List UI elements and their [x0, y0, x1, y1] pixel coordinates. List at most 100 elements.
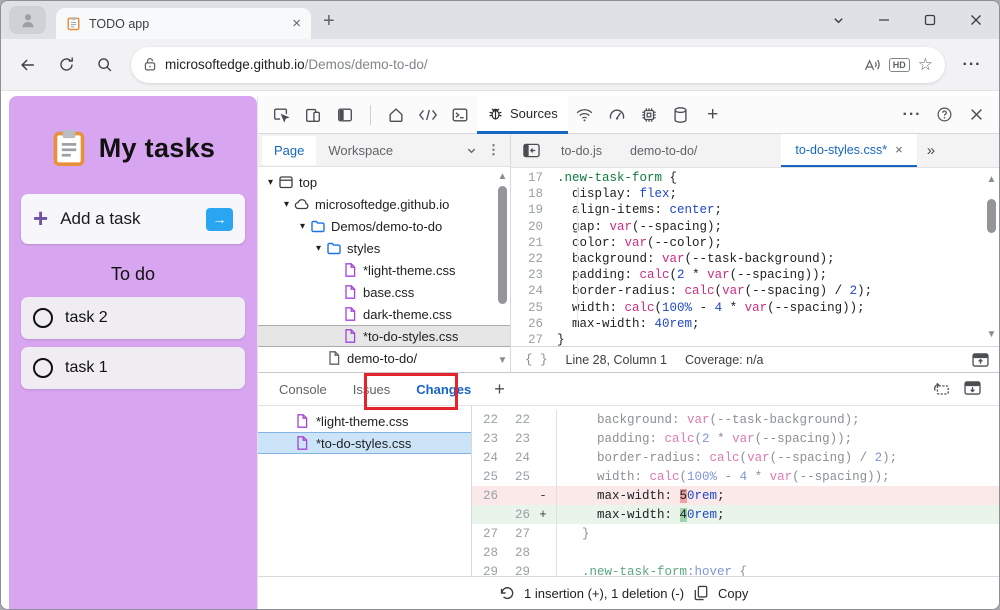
- editor-tab-to-do-styles-css-[interactable]: to-do-styles.css*×: [781, 134, 916, 167]
- tree-item--light-theme-css[interactable]: *light-theme.css: [258, 259, 510, 281]
- diff-row[interactable]: 26- max-width: 50rem;: [472, 486, 999, 505]
- navigator-scrollbar[interactable]: ▲ ▼: [496, 172, 509, 368]
- code-line[interactable]: 24 border-radius: calc(var(--spacing) / …: [511, 283, 999, 299]
- tree-expander-icon[interactable]: ▾: [280, 199, 293, 210]
- tab-workspace[interactable]: Workspace: [316, 136, 405, 165]
- editor-tab-to-do-js[interactable]: to-do.js: [547, 134, 616, 167]
- drawer-tab-console[interactable]: Console: [268, 375, 338, 404]
- scroll-up-icon[interactable]: ▲: [987, 174, 997, 185]
- scrollbar-thumb[interactable]: [498, 186, 507, 304]
- drawer-tab-issues[interactable]: Issues: [342, 375, 402, 404]
- code-line[interactable]: 21 color: var(--color);: [511, 235, 999, 251]
- read-aloud-icon[interactable]: [863, 57, 881, 73]
- code-line[interactable]: 23 padding: calc(2 * var(--spacing));: [511, 267, 999, 283]
- activity-bar-layout-icon[interactable]: [330, 100, 360, 130]
- tree-item-dark-theme-css[interactable]: dark-theme.css: [258, 303, 510, 325]
- network-panel-icon[interactable]: [570, 100, 600, 130]
- tree-item-demos-demo-to-do[interactable]: ▾Demos/demo-to-do: [258, 215, 510, 237]
- pretty-print-icon[interactable]: { }: [525, 353, 548, 367]
- code-line[interactable]: 18 display: flex;: [511, 186, 999, 202]
- browser-menu-button[interactable]: ···: [955, 48, 989, 82]
- tab-page[interactable]: Page: [262, 136, 316, 165]
- address-bar[interactable]: microsoftedge.github.io/Demos/demo-to-do…: [131, 47, 945, 83]
- back-button[interactable]: [11, 48, 45, 82]
- expand-panel-icon[interactable]: [972, 353, 989, 367]
- minimize-button[interactable]: [861, 1, 907, 39]
- changed-file--to-do-styles-css[interactable]: *to-do-styles.css: [258, 432, 471, 454]
- add-task-form[interactable]: + Add a task →: [21, 194, 245, 244]
- devtools-help-button[interactable]: [929, 100, 959, 130]
- chevron-down-icon[interactable]: [466, 145, 477, 156]
- diff-row[interactable]: 2525 width: calc(100% - 4 * var(--spacin…: [472, 467, 999, 486]
- code-line[interactable]: 26 max-width: 40rem;: [511, 316, 999, 332]
- diff-row[interactable]: 2727}: [472, 524, 999, 543]
- tree-expander-icon[interactable]: ▾: [264, 177, 277, 188]
- revert-changes-icon[interactable]: [498, 585, 514, 601]
- code-line[interactable]: 25 width: calc(100% - 4 * var(--spacing)…: [511, 300, 999, 316]
- editor-scrollbar[interactable]: ▲ ▼: [985, 174, 998, 340]
- task-item[interactable]: task 1: [21, 347, 245, 389]
- close-window-button[interactable]: [953, 1, 999, 39]
- tree-item-demo-to-do-[interactable]: demo-to-do/: [258, 347, 510, 369]
- hd-badge[interactable]: HD: [889, 58, 910, 72]
- sources-tab[interactable]: Sources: [477, 96, 568, 134]
- performance-panel-icon[interactable]: [602, 100, 632, 130]
- code-line[interactable]: 19 align-items: center;: [511, 202, 999, 218]
- diff-row[interactable]: 2929.new-task-form:hover {: [472, 562, 999, 576]
- inspect-element-icon[interactable]: [266, 100, 296, 130]
- close-tab-icon[interactable]: ×: [895, 142, 903, 157]
- drawer-tab-changes[interactable]: Changes: [405, 375, 482, 404]
- new-tab-button[interactable]: +: [323, 11, 335, 31]
- changed-file--light-theme-css[interactable]: *light-theme.css: [258, 410, 471, 432]
- scroll-down-icon[interactable]: ▼: [987, 329, 997, 340]
- profile-button[interactable]: [9, 6, 46, 34]
- device-emulation-icon[interactable]: [298, 100, 328, 130]
- diff-row[interactable]: 2828: [472, 543, 999, 562]
- diff-view[interactable]: 2222 background: var(--task-background);…: [472, 406, 999, 576]
- copy-icon[interactable]: [694, 585, 708, 601]
- scrollbar-thumb[interactable]: [987, 199, 996, 233]
- site-lock-icon[interactable]: [143, 57, 157, 72]
- diff-row[interactable]: 2424 border-radius: calc(var(--spacing) …: [472, 448, 999, 467]
- devtools-menu-button[interactable]: ···: [897, 100, 927, 130]
- diff-row[interactable]: 26+ max-width: 40rem;: [472, 505, 999, 524]
- editor-tab-overflow-icon[interactable]: »: [917, 134, 945, 167]
- memory-panel-icon[interactable]: [634, 100, 664, 130]
- favorites-star-icon[interactable]: ☆: [918, 55, 933, 75]
- elements-panel-icon[interactable]: [413, 100, 443, 130]
- task-item[interactable]: task 2: [21, 297, 245, 339]
- add-drawer-tab-button[interactable]: +: [486, 379, 513, 400]
- add-task-input[interactable]: Add a task: [60, 209, 194, 229]
- console-panel-icon[interactable]: [445, 100, 475, 130]
- scroll-up-icon[interactable]: ▲: [498, 172, 508, 184]
- navigator-toggle-icon[interactable]: [515, 134, 547, 167]
- tree-expander-icon[interactable]: ▾: [296, 221, 309, 232]
- diff-row[interactable]: 2222 background: var(--task-background);: [472, 410, 999, 429]
- code-line[interactable]: 20 gap: var(--spacing);: [511, 219, 999, 235]
- task-checkbox-icon[interactable]: [33, 308, 53, 328]
- tab-actions-chevron-icon[interactable]: [815, 1, 861, 39]
- task-checkbox-icon[interactable]: [33, 358, 53, 378]
- code-line[interactable]: 17.new-task-form {: [511, 170, 999, 186]
- tree-item-styles[interactable]: ▾styles: [258, 237, 510, 259]
- tree-item-top[interactable]: ▾top: [258, 171, 510, 193]
- submit-task-button[interactable]: →: [206, 208, 233, 231]
- search-icon[interactable]: [87, 48, 121, 82]
- refresh-button[interactable]: [49, 48, 83, 82]
- copy-button[interactable]: Copy: [718, 586, 748, 601]
- maximize-button[interactable]: [907, 1, 953, 39]
- kebab-menu-icon[interactable]: ⋮: [487, 142, 500, 158]
- code-area[interactable]: 17.new-task-form {18 display: flex;19 al…: [511, 168, 999, 346]
- tab-close-icon[interactable]: ×: [292, 16, 301, 31]
- dock-quick-view-icon[interactable]: [964, 381, 981, 397]
- devtools-close-button[interactable]: [961, 100, 991, 130]
- undock-quick-view-icon[interactable]: [932, 381, 950, 397]
- tree-expander-icon[interactable]: ▾: [312, 243, 325, 254]
- more-tabs-button[interactable]: +: [698, 100, 728, 130]
- tree-item-microsoftedge-github-io[interactable]: ▾microsoftedge.github.io: [258, 193, 510, 215]
- code-line[interactable]: 22 background: var(--task-background);: [511, 251, 999, 267]
- scroll-down-icon[interactable]: ▼: [498, 356, 508, 368]
- tree-item-base-css[interactable]: base.css: [258, 281, 510, 303]
- browser-tab[interactable]: TODO app ×: [56, 8, 311, 39]
- editor-tab-demo-to-do-[interactable]: demo-to-do/: [616, 134, 711, 167]
